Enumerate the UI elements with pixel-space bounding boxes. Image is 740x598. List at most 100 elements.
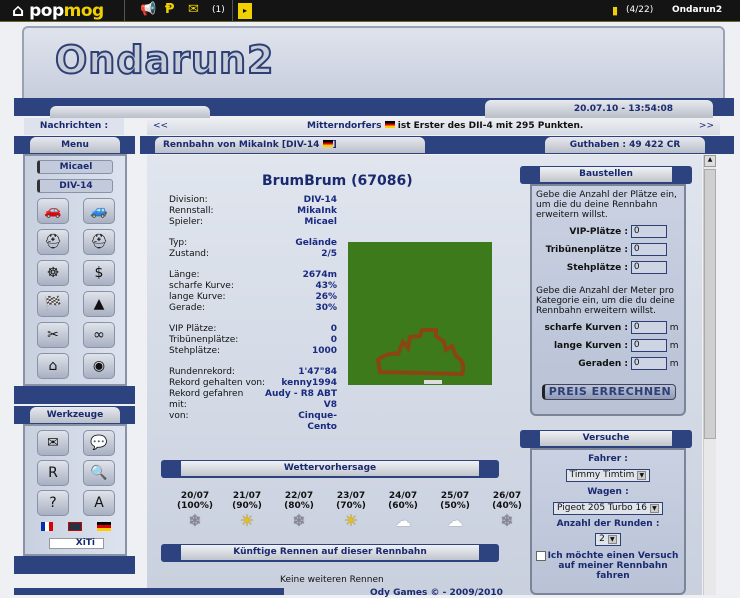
footer-copyright: Ody Games © - 2009/2010: [370, 588, 503, 598]
stat-label: scharfe Kurve:: [169, 281, 234, 291]
car-select[interactable]: Pigeot 205 Turbo 16 ▼: [553, 502, 663, 515]
news-player-link[interactable]: Mitterndorfers: [307, 121, 381, 131]
a-icon[interactable]: A: [83, 490, 115, 516]
vip-input[interactable]: 0: [630, 225, 667, 238]
car-sell-icon[interactable]: 🚙: [83, 198, 115, 224]
trial-checkbox-label[interactable]: Ich möchte einen Versuch auf meiner Renn…: [546, 551, 680, 581]
menu-panel: Micael DIV-14 🚗 🚙 ⛑ ⛑ ☸ $ 🏁 ▲ ✂ ∞ ⌂ ◉: [23, 154, 127, 386]
cone-icon[interactable]: ▲: [83, 291, 115, 317]
help-icon[interactable]: ?: [37, 490, 69, 516]
checkered-flag-icon[interactable]: 🏁: [37, 291, 69, 317]
home-icon[interactable]: ⌂: [37, 353, 69, 379]
stat-label: Rekord gefahren mit:: [169, 389, 244, 410]
chat-icon[interactable]: 💬: [83, 430, 115, 456]
p-icon[interactable]: Ᵽ: [165, 2, 175, 17]
menu-title: Menu: [30, 137, 120, 153]
ondarun2-logo[interactable]: Ondarun2: [54, 37, 274, 83]
scrollbar-thumb[interactable]: [704, 169, 716, 439]
races-header: Künftige Rennen auf dieser Rennbahn: [161, 544, 499, 562]
driver-helmet-icon[interactable]: ⛑: [37, 229, 69, 255]
trial-panel: Fahrer : Timmy Timtim ▼ Wagen : Pigeot 20…: [530, 448, 686, 595]
steh-label: Stehplätze :: [566, 263, 628, 273]
weather-date: 21/07: [232, 491, 262, 501]
driver-label: Fahrer :: [588, 454, 628, 464]
stat-label: Typ:: [169, 238, 188, 248]
no-races-text: Keine weiteren Rennen: [280, 575, 384, 585]
popmog-logo[interactable]: ⌂ popmog: [12, 1, 104, 21]
megaphone-icon[interactable]: 📢: [140, 2, 156, 17]
weather-percent: (80%): [284, 501, 314, 511]
mail-icon[interactable]: ✉: [37, 430, 69, 456]
build-intro-text: Gebe die Anzahl der Plätze ein, um die d…: [536, 190, 677, 220]
weather-header: Wettervorhersage: [161, 460, 499, 478]
stat-row: Rekord gefahren mit: Audy - R8 ABT V8: [169, 389, 337, 411]
stat-value: 43%: [315, 281, 337, 291]
weather-percent: (40%): [492, 501, 522, 511]
messages-count[interactable]: (1): [212, 5, 225, 15]
stat-row: Rekord gehalten von: kenny1994: [169, 378, 337, 389]
division-link[interactable]: [DIV-14: [282, 140, 320, 150]
laps-select[interactable]: 2 ▼: [595, 533, 621, 546]
steering-wheel-icon[interactable]: ☸: [37, 260, 69, 286]
car-icon[interactable]: 🚗: [37, 198, 69, 224]
camera-icon[interactable]: ◉: [83, 353, 115, 379]
stat-value: 1000: [311, 346, 337, 356]
finance-icon[interactable]: $: [83, 260, 115, 286]
scrollbar[interactable]: ▲: [703, 155, 716, 595]
cloud-icon: ☁: [447, 511, 463, 530]
news-next-button[interactable]: >>: [699, 118, 714, 135]
weather-date: 22/07: [284, 491, 314, 501]
sharp-input[interactable]: 0: [630, 321, 667, 334]
stat-row: Rennstall: MikaInk: [169, 206, 337, 217]
driver-select[interactable]: Timmy Timtim ▼: [565, 469, 651, 482]
unit: m: [669, 359, 679, 369]
r-icon[interactable]: R: [37, 460, 69, 486]
weather-day: 26/07 (40%) ❄: [485, 491, 529, 531]
build-header: Baustellen: [520, 166, 692, 184]
straight-label: Geraden :: [578, 359, 628, 369]
weather-day: 21/07 (90%) ☀: [225, 491, 269, 531]
weather-date: 24/07: [388, 491, 418, 501]
stat-label: Zustand:: [169, 249, 210, 259]
chevron-down-icon: ▼: [637, 471, 647, 480]
news-prev-button[interactable]: <<: [153, 118, 168, 135]
stat-value: Gelände: [295, 238, 337, 248]
track-icon[interactable]: ∞: [83, 322, 115, 348]
scroll-up-icon[interactable]: ▲: [704, 155, 716, 167]
straight-input[interactable]: 0: [630, 357, 667, 370]
driver-sell-icon[interactable]: ⛑: [83, 229, 115, 255]
german-flag-icon[interactable]: [97, 522, 111, 531]
menu-division-button[interactable]: DIV-14: [37, 179, 113, 193]
credits-count[interactable]: (4/22): [626, 5, 653, 15]
stat-label: Rennstall:: [169, 206, 214, 216]
trib-input[interactable]: 0: [630, 243, 667, 256]
owner-link[interactable]: MikaInk: [239, 140, 279, 150]
tools-icon[interactable]: ✂: [37, 322, 69, 348]
weather-date: 20/07: [180, 491, 210, 501]
weather-day: 24/07 (60%) ☁: [381, 491, 425, 531]
weather-percent: (70%): [336, 501, 366, 511]
stat-label: Gerade:: [169, 303, 206, 313]
trial-checkbox[interactable]: [536, 551, 546, 561]
build-panel: Gebe die Anzahl der Plätze ein, um die d…: [530, 184, 686, 416]
calculate-price-button[interactable]: PREIS ERRECHNEN: [542, 384, 676, 400]
weather-percent: (60%): [388, 501, 418, 511]
stat-value: 1'47"84: [298, 367, 337, 377]
game-name[interactable]: Ondarun2: [672, 5, 722, 15]
uk-flag-icon[interactable]: [68, 522, 82, 531]
laps-label: Anzahl der Runden :: [556, 519, 660, 529]
stat-label: Rundenrekord:: [169, 367, 235, 377]
car-label: Wagen :: [587, 487, 629, 497]
menu-user-button[interactable]: Micael: [37, 160, 113, 174]
xiti-badge[interactable]: XiTi: [49, 538, 104, 549]
steh-input[interactable]: 0: [630, 261, 667, 274]
search-icon[interactable]: 🔍: [83, 460, 115, 486]
play-icon[interactable]: ▸: [238, 3, 252, 19]
long-input[interactable]: 0: [630, 339, 667, 352]
stat-row: Gerade: 30%: [169, 303, 337, 314]
news-message: ist Erster des DII-4 mit 295 Punkten.: [397, 121, 584, 131]
mail-icon[interactable]: ✉: [188, 2, 199, 17]
french-flag-icon[interactable]: [41, 522, 53, 531]
chevron-down-icon: ▼: [607, 535, 617, 544]
stat-value: 2674m: [302, 270, 337, 280]
